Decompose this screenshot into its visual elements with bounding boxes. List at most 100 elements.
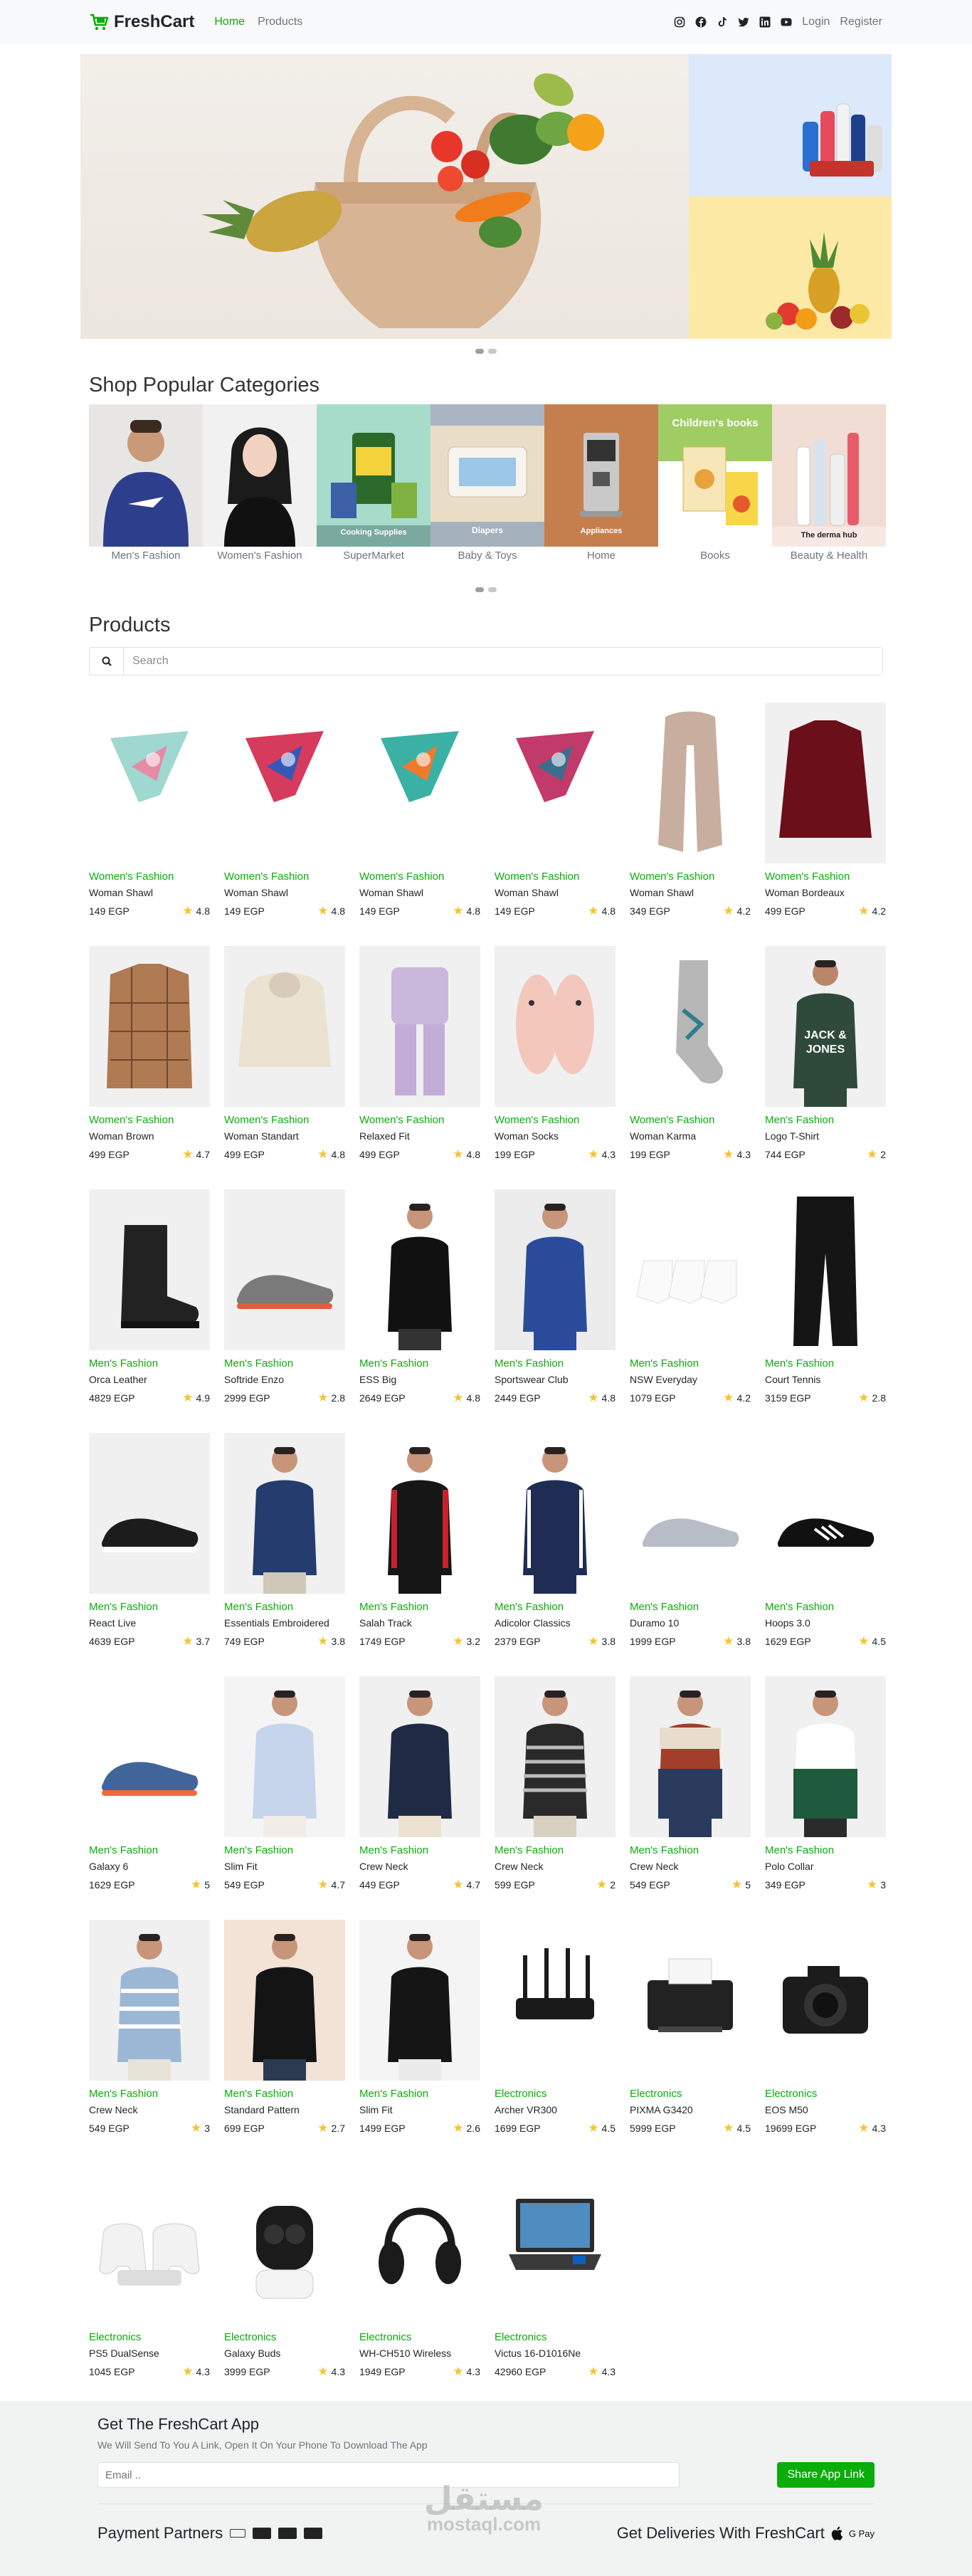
product-card[interactable]: JACK & JONES Men's Fashion Logo T-Shirt 7… bbox=[765, 946, 886, 1168]
email-field[interactable] bbox=[97, 2462, 680, 2488]
product-meta: 744 EGP ★ 2 bbox=[765, 1148, 886, 1160]
product-name: Woman Brown bbox=[89, 1130, 154, 1142]
search-input[interactable] bbox=[124, 648, 882, 675]
product-name: NSW Everyday bbox=[630, 1374, 697, 1385]
product-price: 2379 EGP bbox=[495, 1636, 541, 1647]
category-womens-fashion[interactable]: Women's Fashion bbox=[203, 404, 317, 562]
product-rating: ★ 4.8 bbox=[453, 905, 480, 917]
svg-text:JONES: JONES bbox=[806, 1043, 845, 1056]
product-rating: ★ 3 bbox=[867, 1878, 886, 1891]
category-supermarket[interactable]: Cooking Supplies SuperMarket bbox=[317, 404, 430, 562]
product-rating-value: 3.8 bbox=[601, 1636, 616, 1647]
product-card[interactable]: Men's Fashion Polo Collar 349 EGP ★ 3 bbox=[765, 1676, 886, 1898]
product-card[interactable]: Men's Fashion NSW Everyday 1079 EGP ★ 4.… bbox=[630, 1189, 751, 1411]
product-card[interactable]: Electronics Archer VR300 1699 EGP ★ 4.5 bbox=[495, 1920, 616, 2142]
product-meta: 349 EGP ★ 3 bbox=[765, 1878, 886, 1891]
product-meta: 4639 EGP ★ 3.7 bbox=[89, 1635, 210, 1647]
hero-slider[interactable] bbox=[80, 54, 892, 339]
product-card[interactable]: Women's Fashion Woman Bordeaux 499 EGP ★… bbox=[765, 703, 886, 925]
tiktok-icon[interactable] bbox=[717, 16, 728, 28]
product-card[interactable]: Women's Fashion Woman Brown 499 EGP ★ 4.… bbox=[89, 946, 210, 1168]
category-books[interactable]: Children's books Books bbox=[658, 404, 772, 562]
product-card[interactable]: Women's Fashion Woman Shawl 149 EGP ★ 4.… bbox=[359, 703, 480, 925]
product-image bbox=[359, 1189, 480, 1350]
google-pay-icon[interactable]: G Pay bbox=[849, 2528, 875, 2539]
product-image: JACK & JONES bbox=[765, 946, 886, 1107]
product-card[interactable]: Men's Fashion Duramo 10 1999 EGP ★ 3.8 bbox=[630, 1433, 751, 1655]
product-card[interactable]: Men's Fashion Galaxy 6 1629 EGP ★ 5 bbox=[89, 1676, 210, 1898]
product-card[interactable]: Men's Fashion Crew Neck 549 EGP ★ 3 bbox=[89, 1920, 210, 2142]
nav-link-products[interactable]: Products bbox=[258, 16, 302, 28]
star-icon: ★ bbox=[182, 1147, 194, 1161]
product-meta: 3159 EGP ★ 2.8 bbox=[765, 1392, 886, 1404]
categories-slider-dots bbox=[89, 587, 883, 592]
product-card[interactable]: Men's Fashion ESS Big 2649 EGP ★ 4.8 bbox=[359, 1189, 480, 1411]
category-beauty-health[interactable]: The derma hub Beauty & Health bbox=[772, 404, 886, 562]
product-card[interactable]: Electronics EOS M50 19699 EGP ★ 4.3 bbox=[765, 1920, 886, 2142]
login-link[interactable]: Login bbox=[802, 16, 830, 28]
product-price: 2649 EGP bbox=[359, 1392, 406, 1404]
nav-link-home[interactable]: Home bbox=[214, 16, 245, 28]
share-app-link-button[interactable]: Share App Link bbox=[777, 2462, 875, 2488]
register-link[interactable]: Register bbox=[840, 16, 882, 28]
product-card[interactable]: Women's Fashion Woman Shawl 149 EGP ★ 4.… bbox=[89, 703, 210, 925]
product-card[interactable]: Men's Fashion Slim Fit 549 EGP ★ 4.7 bbox=[224, 1676, 345, 1898]
product-card[interactable]: Men's Fashion Orca Leather 4829 EGP ★ 4.… bbox=[89, 1189, 210, 1411]
product-card[interactable]: Electronics Galaxy Buds 3999 EGP ★ 4.3 bbox=[224, 2163, 345, 2385]
brand-logo[interactable]: FreshCart bbox=[90, 12, 194, 32]
category-dot-1[interactable] bbox=[475, 587, 484, 592]
product-image bbox=[630, 946, 751, 1107]
category-home[interactable]: Appliances Home bbox=[544, 404, 658, 562]
product-price: 499 EGP bbox=[359, 1149, 400, 1160]
product-card[interactable]: Men's Fashion Crew Neck 449 EGP ★ 4.7 bbox=[359, 1676, 480, 1898]
product-card[interactable]: Men's Fashion React Live 4639 EGP ★ 3.7 bbox=[89, 1433, 210, 1655]
product-meta: 549 EGP ★ 3 bbox=[89, 2122, 210, 2134]
product-card[interactable]: Men's Fashion Adicolor Classics 2379 EGP… bbox=[495, 1433, 616, 1655]
category-dot-2[interactable] bbox=[488, 587, 497, 592]
apple-icon[interactable] bbox=[830, 2526, 843, 2540]
product-card[interactable]: Men's Fashion Standard Pattern 699 EGP ★… bbox=[224, 1920, 345, 2142]
product-card[interactable]: Men's Fashion Salah Track 1749 EGP ★ 3.2 bbox=[359, 1433, 480, 1655]
product-meta: 1749 EGP ★ 3.2 bbox=[359, 1635, 480, 1647]
instagram-icon[interactable] bbox=[674, 16, 685, 28]
product-rating-value: 4.8 bbox=[466, 1392, 480, 1404]
search-icon[interactable] bbox=[90, 648, 124, 675]
product-image bbox=[765, 1189, 886, 1350]
facebook-icon[interactable] bbox=[695, 16, 707, 28]
product-rating-value: 4.2 bbox=[872, 905, 886, 917]
product-card[interactable]: Men's Fashion Crew Neck 549 EGP ★ 5 bbox=[630, 1676, 751, 1898]
product-card[interactable]: Electronics PIXMA G3420 5999 EGP ★ 4.5 bbox=[630, 1920, 751, 2142]
star-icon: ★ bbox=[453, 2121, 464, 2135]
product-card[interactable]: Electronics WH-CH510 Wireless 1949 EGP ★… bbox=[359, 2163, 480, 2385]
product-card[interactable]: Women's Fashion Woman Shawl 149 EGP ★ 4.… bbox=[495, 703, 616, 925]
product-card[interactable]: Men's Fashion Softride Enzo 2999 EGP ★ 2… bbox=[224, 1189, 345, 1411]
category-baby-toys[interactable]: Diapers Baby & Toys bbox=[430, 404, 544, 562]
linkedin-icon[interactable] bbox=[759, 16, 771, 28]
product-card[interactable]: Men's Fashion Hoops 3.0 1629 EGP ★ 4.5 bbox=[765, 1433, 886, 1655]
product-card[interactable]: Electronics Victus 16-D1016Ne 42960 EGP … bbox=[495, 2163, 616, 2385]
product-meta: 1629 EGP ★ 5 bbox=[89, 1878, 210, 1891]
product-card[interactable]: Women's Fashion Woman Shawl 149 EGP ★ 4.… bbox=[224, 703, 345, 925]
product-meta: 149 EGP ★ 4.8 bbox=[224, 905, 345, 917]
product-card[interactable]: Women's Fashion Woman Karma 199 EGP ★ 4.… bbox=[630, 946, 751, 1168]
youtube-icon[interactable] bbox=[781, 16, 792, 28]
star-icon: ★ bbox=[723, 1147, 734, 1161]
product-card[interactable]: Women's Fashion Woman Socks 199 EGP ★ 4.… bbox=[495, 946, 616, 1168]
product-rating: ★ 2.7 bbox=[317, 2122, 345, 2134]
product-card[interactable]: Men's Fashion Crew Neck 599 EGP ★ 2 bbox=[495, 1676, 616, 1898]
product-card[interactable]: Men's Fashion Sportswear Club 2449 EGP ★… bbox=[495, 1189, 616, 1411]
category-mens-fashion[interactable]: Men's Fashion bbox=[89, 404, 203, 562]
slider-dot-1[interactable] bbox=[475, 349, 484, 354]
product-card[interactable]: Men's Fashion Slim Fit 1499 EGP ★ 2.6 bbox=[359, 1920, 480, 2142]
product-rating-value: 4.5 bbox=[872, 1636, 886, 1647]
product-price: 1629 EGP bbox=[89, 1879, 135, 1891]
product-card[interactable]: Men's Fashion Essentials Embroidered 749… bbox=[224, 1433, 345, 1655]
product-card[interactable]: Women's Fashion Relaxed Fit 499 EGP ★ 4.… bbox=[359, 946, 480, 1168]
slider-dot-2[interactable] bbox=[488, 349, 497, 354]
product-card[interactable]: Women's Fashion Woman Standart 499 EGP ★… bbox=[224, 946, 345, 1168]
product-card[interactable]: Electronics PS5 DualSense 1045 EGP ★ 4.3 bbox=[89, 2163, 210, 2385]
product-name: Crew Neck bbox=[495, 1861, 544, 1872]
product-card[interactable]: Women's Fashion Woman Shawl 349 EGP ★ 4.… bbox=[630, 703, 751, 925]
twitter-icon[interactable] bbox=[738, 16, 749, 28]
product-card[interactable]: Men's Fashion Court Tennis 3159 EGP ★ 2.… bbox=[765, 1189, 886, 1411]
